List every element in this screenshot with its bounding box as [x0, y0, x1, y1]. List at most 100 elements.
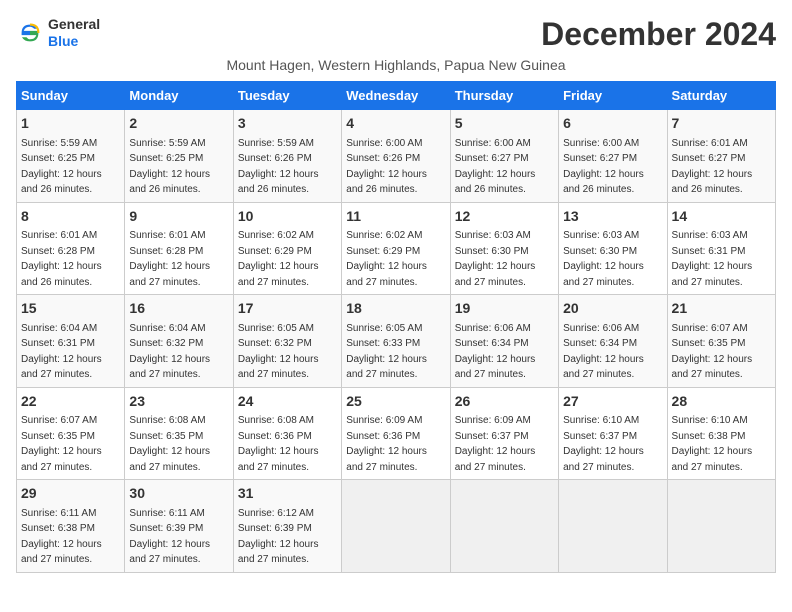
day-number: 28 [672, 392, 771, 412]
location-subtitle: Mount Hagen, Western Highlands, Papua Ne… [16, 57, 776, 73]
calendar-cell: 7 Sunrise: 6:01 AMSunset: 6:27 PMDayligh… [667, 110, 775, 203]
day-number: 18 [346, 299, 445, 319]
calendar-cell: 11 Sunrise: 6:02 AMSunset: 6:29 PMDaylig… [342, 202, 450, 295]
calendar-cell: 13 Sunrise: 6:03 AMSunset: 6:30 PMDaylig… [559, 202, 667, 295]
day-number: 11 [346, 207, 445, 227]
day-number: 25 [346, 392, 445, 412]
day-number: 14 [672, 207, 771, 227]
day-info: Sunrise: 6:09 AMSunset: 6:36 PMDaylight:… [346, 415, 427, 473]
day-header-friday: Friday [559, 82, 667, 110]
day-number: 10 [238, 207, 337, 227]
calendar-cell: 6 Sunrise: 6:00 AMSunset: 6:27 PMDayligh… [559, 110, 667, 203]
day-number: 15 [21, 299, 120, 319]
calendar-cell: 5 Sunrise: 6:00 AMSunset: 6:27 PMDayligh… [450, 110, 558, 203]
calendar-cell: 17 Sunrise: 6:05 AMSunset: 6:32 PMDaylig… [233, 295, 341, 388]
day-number: 17 [238, 299, 337, 319]
day-number: 16 [129, 299, 228, 319]
day-info: Sunrise: 6:01 AMSunset: 6:28 PMDaylight:… [129, 230, 210, 288]
day-info: Sunrise: 6:01 AMSunset: 6:28 PMDaylight:… [21, 230, 102, 288]
day-number: 7 [672, 114, 771, 134]
day-number: 27 [563, 392, 662, 412]
calendar-cell: 15 Sunrise: 6:04 AMSunset: 6:31 PMDaylig… [17, 295, 125, 388]
day-info: Sunrise: 6:11 AMSunset: 6:38 PMDaylight:… [21, 508, 102, 566]
day-number: 20 [563, 299, 662, 319]
calendar-cell: 28 Sunrise: 6:10 AMSunset: 6:38 PMDaylig… [667, 387, 775, 480]
month-year-title: December 2024 [541, 16, 776, 53]
day-number: 19 [455, 299, 554, 319]
day-info: Sunrise: 6:01 AMSunset: 6:27 PMDaylight:… [672, 138, 753, 196]
day-number: 26 [455, 392, 554, 412]
day-info: Sunrise: 6:08 AMSunset: 6:35 PMDaylight:… [129, 415, 210, 473]
day-info: Sunrise: 6:05 AMSunset: 6:33 PMDaylight:… [346, 323, 427, 381]
calendar-cell: 21 Sunrise: 6:07 AMSunset: 6:35 PMDaylig… [667, 295, 775, 388]
week-row-5: 29 Sunrise: 6:11 AMSunset: 6:38 PMDaylig… [17, 480, 776, 573]
day-info: Sunrise: 6:00 AMSunset: 6:27 PMDaylight:… [563, 138, 644, 196]
calendar-cell: 10 Sunrise: 6:02 AMSunset: 6:29 PMDaylig… [233, 202, 341, 295]
day-header-tuesday: Tuesday [233, 82, 341, 110]
calendar-cell: 23 Sunrise: 6:08 AMSunset: 6:35 PMDaylig… [125, 387, 233, 480]
title-section: December 2024 [541, 16, 776, 53]
day-header-sunday: Sunday [17, 82, 125, 110]
day-info: Sunrise: 6:00 AMSunset: 6:27 PMDaylight:… [455, 138, 536, 196]
day-info: Sunrise: 6:04 AMSunset: 6:32 PMDaylight:… [129, 323, 210, 381]
day-info: Sunrise: 6:10 AMSunset: 6:38 PMDaylight:… [672, 415, 753, 473]
day-number: 5 [455, 114, 554, 134]
calendar-cell: 1 Sunrise: 5:59 AMSunset: 6:25 PMDayligh… [17, 110, 125, 203]
day-info: Sunrise: 6:02 AMSunset: 6:29 PMDaylight:… [238, 230, 319, 288]
day-info: Sunrise: 6:00 AMSunset: 6:26 PMDaylight:… [346, 138, 427, 196]
week-row-3: 15 Sunrise: 6:04 AMSunset: 6:31 PMDaylig… [17, 295, 776, 388]
day-header-wednesday: Wednesday [342, 82, 450, 110]
day-info: Sunrise: 6:07 AMSunset: 6:35 PMDaylight:… [672, 323, 753, 381]
calendar-cell: 4 Sunrise: 6:00 AMSunset: 6:26 PMDayligh… [342, 110, 450, 203]
day-number: 29 [21, 484, 120, 504]
day-info: Sunrise: 6:11 AMSunset: 6:39 PMDaylight:… [129, 508, 210, 566]
header-row: SundayMondayTuesdayWednesdayThursdayFrid… [17, 82, 776, 110]
week-row-2: 8 Sunrise: 6:01 AMSunset: 6:28 PMDayligh… [17, 202, 776, 295]
day-number: 24 [238, 392, 337, 412]
day-header-saturday: Saturday [667, 82, 775, 110]
calendar-cell: 14 Sunrise: 6:03 AMSunset: 6:31 PMDaylig… [667, 202, 775, 295]
day-number: 22 [21, 392, 120, 412]
day-header-monday: Monday [125, 82, 233, 110]
day-number: 12 [455, 207, 554, 227]
day-number: 21 [672, 299, 771, 319]
day-info: Sunrise: 6:02 AMSunset: 6:29 PMDaylight:… [346, 230, 427, 288]
day-info: Sunrise: 6:06 AMSunset: 6:34 PMDaylight:… [455, 323, 536, 381]
week-row-4: 22 Sunrise: 6:07 AMSunset: 6:35 PMDaylig… [17, 387, 776, 480]
day-info: Sunrise: 6:04 AMSunset: 6:31 PMDaylight:… [21, 323, 102, 381]
day-info: Sunrise: 6:06 AMSunset: 6:34 PMDaylight:… [563, 323, 644, 381]
calendar-cell: 20 Sunrise: 6:06 AMSunset: 6:34 PMDaylig… [559, 295, 667, 388]
week-row-1: 1 Sunrise: 5:59 AMSunset: 6:25 PMDayligh… [17, 110, 776, 203]
day-number: 2 [129, 114, 228, 134]
logo-general: General [48, 16, 100, 32]
day-info: Sunrise: 6:09 AMSunset: 6:37 PMDaylight:… [455, 415, 536, 473]
day-number: 4 [346, 114, 445, 134]
day-number: 30 [129, 484, 228, 504]
calendar-cell: 3 Sunrise: 5:59 AMSunset: 6:26 PMDayligh… [233, 110, 341, 203]
calendar-cell [450, 480, 558, 573]
day-info: Sunrise: 6:05 AMSunset: 6:32 PMDaylight:… [238, 323, 319, 381]
day-number: 13 [563, 207, 662, 227]
day-number: 23 [129, 392, 228, 412]
calendar-cell: 16 Sunrise: 6:04 AMSunset: 6:32 PMDaylig… [125, 295, 233, 388]
day-info: Sunrise: 6:07 AMSunset: 6:35 PMDaylight:… [21, 415, 102, 473]
day-info: Sunrise: 5:59 AMSunset: 6:25 PMDaylight:… [21, 138, 102, 196]
calendar-cell: 29 Sunrise: 6:11 AMSunset: 6:38 PMDaylig… [17, 480, 125, 573]
calendar-cell: 25 Sunrise: 6:09 AMSunset: 6:36 PMDaylig… [342, 387, 450, 480]
calendar-cell: 19 Sunrise: 6:06 AMSunset: 6:34 PMDaylig… [450, 295, 558, 388]
calendar-cell [342, 480, 450, 573]
day-info: Sunrise: 6:03 AMSunset: 6:30 PMDaylight:… [455, 230, 536, 288]
page-header: General Blue December 2024 [16, 16, 776, 53]
day-info: Sunrise: 6:08 AMSunset: 6:36 PMDaylight:… [238, 415, 319, 473]
calendar-cell: 18 Sunrise: 6:05 AMSunset: 6:33 PMDaylig… [342, 295, 450, 388]
calendar-cell: 9 Sunrise: 6:01 AMSunset: 6:28 PMDayligh… [125, 202, 233, 295]
calendar-cell: 31 Sunrise: 6:12 AMSunset: 6:39 PMDaylig… [233, 480, 341, 573]
day-number: 8 [21, 207, 120, 227]
day-number: 31 [238, 484, 337, 504]
logo: General Blue [16, 16, 100, 50]
calendar-cell: 2 Sunrise: 5:59 AMSunset: 6:25 PMDayligh… [125, 110, 233, 203]
day-info: Sunrise: 6:03 AMSunset: 6:31 PMDaylight:… [672, 230, 753, 288]
logo-blue: Blue [48, 33, 78, 49]
calendar-cell: 8 Sunrise: 6:01 AMSunset: 6:28 PMDayligh… [17, 202, 125, 295]
calendar-cell [667, 480, 775, 573]
